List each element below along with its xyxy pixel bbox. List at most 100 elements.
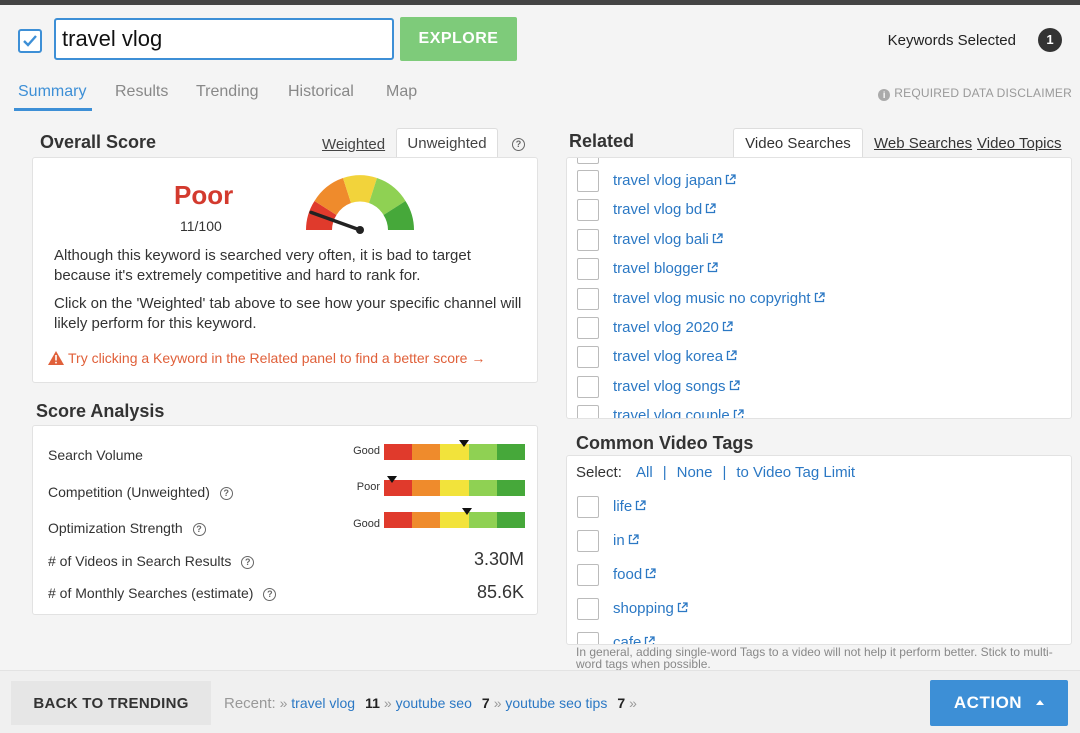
info-icon: i	[878, 89, 891, 101]
optimization-strength-bar	[384, 512, 526, 528]
external-link-icon	[641, 634, 656, 644]
select-all-link[interactable]: All	[636, 464, 653, 481]
chevron-right-icon: »	[279, 695, 292, 711]
related-keyword-link[interactable]: travel vlog 2020	[613, 319, 733, 336]
tab-summary[interactable]: Summary	[18, 83, 86, 101]
video-tag-link[interactable]: food	[613, 566, 656, 583]
video-tag-link[interactable]: in	[613, 532, 639, 549]
tags-advice-note: In general, adding single-word Tags to a…	[576, 645, 1053, 671]
external-link-icon	[722, 172, 736, 189]
chevron-right-icon: »	[493, 695, 506, 711]
related-keyword-link[interactable]: travel vlog music no copyright	[613, 290, 825, 307]
related-keyword-link[interactable]: travel vlog couple	[613, 407, 744, 418]
videos-help-icon[interactable]: ?	[241, 556, 255, 569]
action-menu-button[interactable]: ACTION	[930, 680, 1068, 726]
video-tag-checkbox[interactable]	[577, 564, 599, 586]
related-keyword-link[interactable]: travel vlog bd	[613, 201, 716, 218]
header: EXPLORE Keywords Selected 1	[0, 5, 1080, 73]
data-disclaimer-link[interactable]: i REQUIRED DATA DISCLAIMER	[878, 86, 1072, 101]
search-volume-bar	[384, 444, 526, 460]
external-link-icon	[702, 201, 716, 218]
recent-search-link[interactable]: youtube seo	[396, 695, 472, 711]
external-link-icon	[726, 378, 740, 395]
video-tag-link[interactable]: life	[613, 498, 646, 515]
related-partial-checkbox[interactable]	[577, 158, 599, 164]
tab-unweighted[interactable]: Unweighted	[396, 128, 498, 158]
tab-historical[interactable]: Historical	[288, 83, 354, 101]
external-link-icon	[709, 231, 723, 248]
tab-trending[interactable]: Trending	[196, 83, 259, 101]
back-to-trending-button[interactable]: BACK TO TRENDING	[11, 681, 211, 725]
explore-button[interactable]: EXPLORE	[400, 17, 517, 61]
external-link-icon	[625, 532, 639, 549]
external-link-icon	[642, 566, 656, 583]
keyword-search-input[interactable]	[54, 18, 394, 60]
video-tag-checkbox[interactable]	[577, 530, 599, 552]
related-keyword-checkbox[interactable]	[577, 405, 599, 418]
related-keyword-checkbox[interactable]	[577, 375, 599, 398]
disclaimer-text: REQUIRED DATA DISCLAIMER	[894, 86, 1072, 100]
score-analysis-title: Score Analysis	[36, 401, 165, 421]
competition-help-icon[interactable]: ?	[219, 487, 233, 500]
common-video-tags-title: Common Video Tags	[576, 433, 754, 453]
warning-text: Try clicking a Keyword in the Related pa…	[68, 350, 486, 366]
search-volume-rating: Good	[353, 445, 380, 457]
video-tag-checkbox[interactable]	[577, 496, 599, 518]
related-keyword-checkbox[interactable]	[577, 258, 599, 281]
keywords-selected-count-badge[interactable]: 1	[1038, 28, 1062, 52]
weighted-hint-text: Click on the 'Weighted' tab above to see…	[54, 295, 522, 332]
caret-up-icon	[1036, 700, 1045, 705]
search-volume-label: Search Volume	[48, 447, 143, 463]
tab-weighted[interactable]: Weighted	[322, 136, 385, 153]
competition-marker	[387, 476, 398, 483]
tab-map[interactable]: Map	[386, 83, 417, 101]
select-none-link[interactable]: None	[677, 464, 713, 481]
related-keyword-checkbox[interactable]	[577, 317, 599, 339]
chevron-right-icon: »	[383, 695, 396, 711]
overall-score-title: Overall Score	[40, 132, 157, 152]
video-tag-checkbox[interactable]	[577, 598, 599, 620]
external-link-icon	[723, 348, 737, 365]
related-keyword-checkbox[interactable]	[577, 228, 599, 251]
checkmark-icon	[23, 35, 37, 47]
related-list-panel[interactable]: travel vlog japan travel vlog bd travel vl…	[566, 157, 1072, 419]
competition-label: Competition (Unweighted) ?	[48, 484, 233, 500]
related-title: Related	[569, 131, 635, 151]
recent-search-link[interactable]: youtube seo tips	[505, 695, 607, 711]
select-keyword-checkbox[interactable]	[18, 29, 42, 53]
video-tag-link[interactable]: cafe	[613, 634, 656, 644]
video-tag-link[interactable]: shopping	[613, 600, 688, 617]
select-to-limit-link[interactable]: to Video Tag Limit	[736, 464, 855, 481]
related-keyword-link[interactable]: travel blogger	[613, 260, 718, 277]
gauge-hub	[356, 226, 364, 234]
video-tags-panel[interactable]: life in food shopping cafe	[566, 455, 1072, 645]
related-keyword-checkbox[interactable]	[577, 170, 599, 192]
recent-label: Recent:	[224, 695, 276, 712]
related-keyword-link[interactable]: travel vlog korea	[613, 348, 737, 365]
gauge-segments	[306, 175, 414, 230]
monthly-help-icon[interactable]: ?	[263, 588, 277, 601]
score-explanation-text: Although this keyword is searched very o…	[54, 247, 471, 284]
tab-video-searches[interactable]: Video Searches	[733, 128, 863, 158]
score-rating: Poor	[174, 180, 234, 210]
videos-in-results-value: 3.30M	[473, 549, 524, 569]
tab-web-searches[interactable]: Web Searches	[874, 135, 972, 152]
tab-video-topics[interactable]: Video Topics	[977, 135, 1062, 152]
recent-search-link[interactable]: travel vlog	[291, 695, 355, 711]
related-keyword-checkbox[interactable]	[577, 346, 599, 369]
video-tag-checkbox[interactable]	[577, 632, 599, 644]
related-keyword-checkbox[interactable]	[577, 199, 599, 222]
related-keyword-checkbox[interactable]	[577, 287, 599, 310]
related-keyword-link[interactable]: travel vlog bali	[613, 231, 723, 248]
overall-help-icon[interactable]: ?	[512, 135, 525, 153]
tab-results[interactable]: Results	[115, 83, 168, 101]
chevron-right-icon: »	[629, 695, 637, 711]
recent-search-count: 11	[365, 695, 380, 711]
external-link-icon	[730, 407, 744, 418]
optimization-help-icon[interactable]: ?	[192, 523, 206, 536]
competition-rating: Poor	[356, 481, 380, 493]
related-keyword-link[interactable]: travel vlog songs	[613, 378, 740, 395]
related-hint-warning[interactable]: Try clicking a Keyword in the Related pa…	[48, 350, 485, 366]
related-keyword-link[interactable]: travel vlog japan	[613, 172, 736, 189]
competition-bar	[384, 480, 526, 496]
